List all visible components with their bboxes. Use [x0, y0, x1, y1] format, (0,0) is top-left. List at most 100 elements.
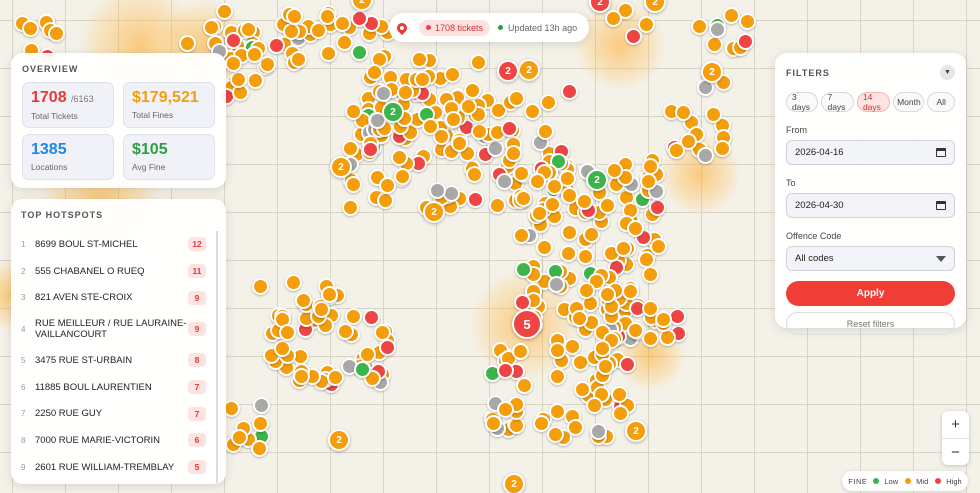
- ticket-marker[interactable]: [571, 310, 589, 328]
- ticket-marker[interactable]: [345, 175, 363, 193]
- ticket-marker[interactable]: [289, 51, 307, 69]
- ticket-marker[interactable]: [690, 17, 708, 35]
- ticket-marker[interactable]: [516, 377, 534, 395]
- ticket-marker[interactable]: [334, 14, 352, 32]
- ticket-marker[interactable]: [637, 16, 655, 33]
- ticket-marker[interactable]: [539, 94, 557, 112]
- hotspot-item[interactable]: 7 2250 RUE GUY 7: [21, 400, 206, 427]
- ticket-marker[interactable]: [396, 83, 414, 101]
- ticket-marker[interactable]: [500, 119, 518, 137]
- ticket-marker[interactable]: [341, 139, 359, 157]
- ticket-marker[interactable]: [489, 196, 507, 214]
- cluster-marker[interactable]: 2: [330, 156, 352, 178]
- ticket-marker[interactable]: [578, 282, 596, 300]
- cluster-marker[interactable]: 2: [701, 61, 723, 83]
- ticket-marker[interactable]: [495, 173, 513, 191]
- ticket-marker[interactable]: [596, 358, 614, 376]
- hotspot-item[interactable]: 4 RUE MEILLEUR / RUE LAURAINE-VAILLANCOUR…: [21, 311, 206, 347]
- ticket-marker[interactable]: [655, 310, 673, 328]
- ticket-marker[interactable]: [379, 338, 397, 356]
- range-3-days-button[interactable]: 3 days: [786, 92, 819, 112]
- ticket-marker[interactable]: [470, 53, 488, 71]
- ticket-marker[interactable]: [667, 142, 685, 160]
- ticket-marker[interactable]: [284, 274, 302, 292]
- ticket-marker[interactable]: [561, 83, 579, 101]
- ticket-marker[interactable]: [465, 166, 483, 184]
- hotspot-item[interactable]: 6 11885 BOUL LAURENTIEN 7: [21, 374, 206, 401]
- cluster-marker[interactable]: 2: [423, 201, 445, 223]
- calendar-icon[interactable]: [936, 201, 946, 210]
- cluster-marker[interactable]: 2: [497, 60, 519, 82]
- ticket-marker[interactable]: [566, 418, 584, 436]
- range-14-days-button[interactable]: 14 days: [856, 92, 891, 112]
- ticket-marker[interactable]: [605, 162, 623, 180]
- ticket-marker[interactable]: [626, 220, 644, 238]
- apply-button[interactable]: Apply: [786, 281, 955, 306]
- ticket-marker[interactable]: [374, 85, 392, 103]
- ticket-marker[interactable]: [504, 144, 522, 162]
- reset-filters-button[interactable]: Reset filters: [786, 312, 955, 335]
- ticket-marker[interactable]: [363, 308, 381, 326]
- ticket-marker[interactable]: [515, 189, 533, 207]
- ticket-marker[interactable]: [524, 102, 542, 120]
- ticket-marker[interactable]: [512, 226, 530, 244]
- ticket-marker[interactable]: [342, 198, 360, 216]
- ticket-marker[interactable]: [366, 63, 384, 81]
- zoom-out-button[interactable]: −: [942, 438, 969, 465]
- ticket-marker[interactable]: [508, 89, 526, 107]
- ticket-marker[interactable]: [350, 9, 368, 27]
- to-date-input[interactable]: 2026-04-30: [786, 193, 955, 218]
- ticket-marker[interactable]: [413, 71, 431, 89]
- ticket-marker[interactable]: [560, 186, 578, 204]
- ticket-marker[interactable]: [536, 122, 554, 140]
- ticket-marker[interactable]: [361, 140, 379, 158]
- ticket-marker[interactable]: [444, 65, 462, 83]
- ticket-marker[interactable]: [560, 245, 578, 263]
- ticket-marker[interactable]: [532, 414, 550, 432]
- ticket-marker[interactable]: [376, 191, 394, 209]
- ticket-marker[interactable]: [722, 7, 740, 25]
- ticket-marker[interactable]: [351, 43, 369, 61]
- ticket-marker[interactable]: [528, 172, 546, 190]
- ticket-marker[interactable]: [709, 21, 727, 39]
- ticket-marker[interactable]: [619, 355, 637, 373]
- hotspot-item[interactable]: 2 555 CHABANEL O RUEQ 11: [21, 258, 206, 285]
- ticket-marker[interactable]: [705, 36, 723, 54]
- ticket-marker[interactable]: [460, 97, 478, 115]
- ticket-marker[interactable]: [245, 46, 263, 64]
- ticket-marker[interactable]: [507, 417, 525, 435]
- cluster-marker[interactable]: 2: [586, 169, 608, 191]
- ticket-marker[interactable]: [246, 71, 264, 89]
- ticket-marker[interactable]: [612, 405, 630, 423]
- ticket-marker[interactable]: [497, 361, 515, 379]
- from-date-input[interactable]: 2026-04-16: [786, 140, 955, 165]
- ticket-marker[interactable]: [484, 414, 502, 432]
- ticket-marker[interactable]: [598, 197, 616, 215]
- cluster-marker[interactable]: 2: [351, 0, 373, 11]
- cluster-marker[interactable]: 5: [512, 309, 542, 339]
- hotspot-item[interactable]: 1 8699 BOUL ST-MICHEL 12: [21, 231, 206, 258]
- ticket-marker[interactable]: [230, 429, 248, 447]
- ticket-marker[interactable]: [577, 247, 595, 265]
- ticket-marker[interactable]: [614, 240, 632, 258]
- ticket-marker[interactable]: [649, 237, 667, 255]
- ticket-marker[interactable]: [548, 403, 566, 421]
- ticket-marker[interactable]: [593, 339, 611, 357]
- range-all-button[interactable]: All: [927, 92, 955, 112]
- cluster-marker[interactable]: 2: [382, 101, 404, 123]
- cluster-marker[interactable]: 2: [503, 473, 525, 493]
- offence-code-select[interactable]: All codes: [786, 246, 955, 271]
- ticket-marker[interactable]: [410, 50, 428, 68]
- ticket-marker[interactable]: [713, 140, 731, 158]
- range-month-button[interactable]: Month: [893, 92, 925, 112]
- hotspot-item[interactable]: 5 3475 RUE ST-URBAIN 8: [21, 347, 206, 374]
- ticket-marker[interactable]: [674, 104, 692, 122]
- ticket-marker[interactable]: [216, 2, 234, 20]
- range-7-days-button[interactable]: 7 days: [821, 92, 854, 112]
- ticket-marker[interactable]: [428, 182, 446, 200]
- ticket-marker[interactable]: [641, 157, 659, 175]
- cluster-marker[interactable]: 2: [518, 59, 540, 81]
- ticket-marker[interactable]: [575, 192, 593, 210]
- ticket-marker[interactable]: [250, 439, 268, 457]
- ticket-marker[interactable]: [336, 33, 354, 51]
